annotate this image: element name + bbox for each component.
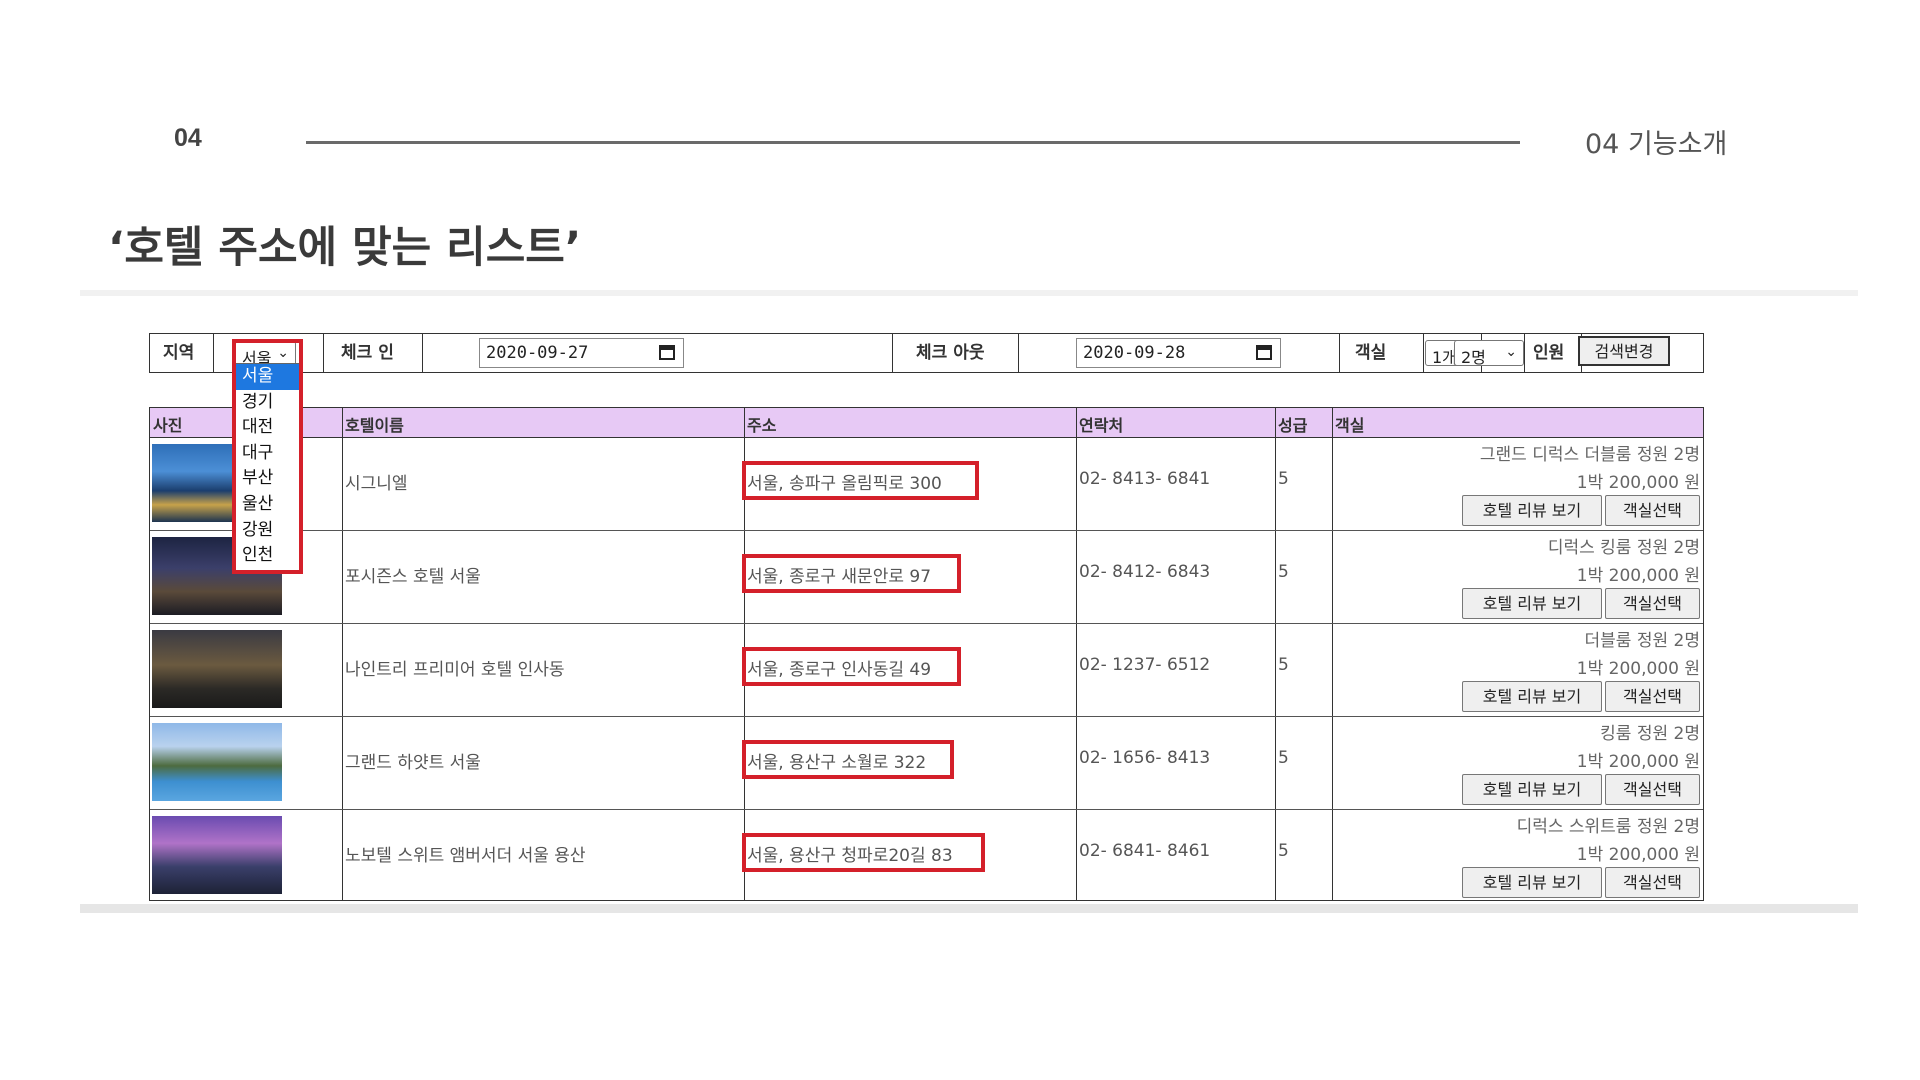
chevron-down-icon: ⌄ (1505, 344, 1517, 360)
room-type: 디럭스 킹룸 정원 2명 (1547, 538, 1700, 558)
room-select-button[interactable]: 객실선택 (1605, 495, 1700, 526)
region-label: 지역 (163, 343, 195, 363)
hotel-grade: 5 (1278, 562, 1289, 582)
hotel-grade: 5 (1278, 748, 1289, 768)
hotel-contact: 02- 6841- 8461 (1079, 841, 1211, 861)
room-select-button[interactable]: 객실선택 (1605, 774, 1700, 805)
region-highlight-box (232, 339, 303, 574)
table-row: 포시즌스 호텔 서울 서울, 종로구 새문안로 97 02- 8412- 684… (150, 530, 1703, 624)
room-select-button[interactable]: 객실선택 (1605, 681, 1700, 712)
people-select[interactable]: 2명 ⌄ (1454, 340, 1524, 367)
room-type: 킹룸 정원 2명 (1600, 724, 1700, 744)
header-contact: 연락처 (1079, 416, 1124, 435)
address-highlight-box (742, 461, 979, 500)
hotel-grade: 5 (1278, 469, 1289, 489)
hotel-review-button[interactable]: 호텔 리뷰 보기 (1462, 588, 1602, 619)
checkout-date-input[interactable]: 2020-09-28 (1076, 338, 1281, 368)
address-highlight-box (742, 554, 961, 593)
room-price: 1박 200,000 원 (1576, 566, 1700, 586)
calendar-icon[interactable] (659, 345, 675, 360)
search-change-button[interactable]: 검색변경 (1578, 336, 1670, 366)
hotel-grade: 5 (1278, 655, 1289, 675)
hotel-results-table: 사진 호텔이름 주소 연락처 성급 객실 시그니엘 서울, 송파구 올림픽로 3… (149, 407, 1704, 901)
hotel-grade: 5 (1278, 841, 1289, 861)
people-label: 인원 (1533, 343, 1565, 363)
room-price: 1박 200,000 원 (1576, 845, 1700, 865)
people-select-value: 2명 (1461, 348, 1486, 367)
hotel-contact: 02- 8413- 6841 (1079, 469, 1211, 489)
header-room: 객실 (1335, 416, 1365, 435)
hotel-review-button[interactable]: 호텔 리뷰 보기 (1462, 681, 1602, 712)
room-price: 1박 200,000 원 (1576, 752, 1700, 772)
hotel-name: 노보텔 스위트 앰버서더 서울 용산 (345, 846, 586, 866)
room-type: 디럭스 스위트룸 정원 2명 (1516, 817, 1700, 837)
checkout-date-value: 2020-09-28 (1083, 343, 1186, 363)
header-name: 호텔이름 (345, 416, 404, 435)
section-title: 04 기능소개 (1585, 129, 1728, 160)
checkout-label: 체크 아웃 (916, 343, 985, 363)
table-row: 노보텔 스위트 앰버서더 서울 용산 서울, 용산구 청파로20길 83 02-… (150, 809, 1703, 902)
hotel-review-button[interactable]: 호텔 리뷰 보기 (1462, 774, 1602, 805)
header-address: 주소 (747, 416, 777, 435)
address-highlight-box (742, 647, 961, 686)
bottom-band (80, 904, 1858, 913)
hotel-contact: 02- 1656- 8413 (1079, 748, 1211, 768)
table-header: 사진 호텔이름 주소 연락처 성급 객실 (150, 407, 1703, 438)
search-bar: 지역 서울 ⌄ 체크 인 2020-09-27 체크 아웃 2020-09-28… (149, 333, 1704, 373)
hotel-photo (152, 723, 282, 801)
table-row: 그랜드 하얏트 서울 서울, 용산구 소월로 322 02- 1656- 841… (150, 716, 1703, 810)
address-highlight-box (742, 833, 985, 872)
hotel-name: 포시즌스 호텔 서울 (345, 567, 481, 587)
checkin-date-input[interactable]: 2020-09-27 (479, 338, 684, 368)
top-band (80, 290, 1858, 296)
slide-number: 04 (174, 124, 202, 152)
hotel-review-button[interactable]: 호텔 리뷰 보기 (1462, 867, 1602, 898)
hotel-contact: 02- 8412- 6843 (1079, 562, 1211, 582)
room-type: 그랜드 디럭스 더블룸 정원 2명 (1479, 445, 1700, 465)
calendar-icon[interactable] (1256, 345, 1272, 360)
hotel-review-button[interactable]: 호텔 리뷰 보기 (1462, 495, 1602, 526)
rooms-label: 객실 (1355, 343, 1387, 363)
header-photo: 사진 (153, 416, 183, 435)
room-type: 더블룸 정원 2명 (1584, 631, 1700, 651)
hotel-name: 시그니엘 (345, 474, 408, 494)
header-divider (306, 141, 1520, 144)
table-row: 시그니엘 서울, 송파구 올림픽로 300 02- 8413- 6841 5 그… (150, 437, 1703, 531)
header-grade: 성급 (1278, 416, 1308, 435)
hotel-contact: 02- 1237- 6512 (1079, 655, 1211, 675)
hotel-name: 그랜드 하얏트 서울 (345, 753, 481, 773)
checkin-label: 체크 인 (341, 343, 394, 363)
hotel-photo (152, 816, 282, 894)
room-select-button[interactable]: 객실선택 (1605, 867, 1700, 898)
hotel-name: 나인트리 프리미어 호텔 인사동 (345, 660, 565, 680)
room-price: 1박 200,000 원 (1576, 659, 1700, 679)
checkin-date-value: 2020-09-27 (486, 343, 589, 363)
room-select-button[interactable]: 객실선택 (1605, 588, 1700, 619)
room-price: 1박 200,000 원 (1576, 473, 1700, 493)
table-row: 나인트리 프리미어 호텔 인사동 서울, 종로구 인사동길 49 02- 123… (150, 623, 1703, 717)
hotel-photo (152, 630, 282, 708)
address-highlight-box (742, 740, 954, 779)
slide-title: ‘호텔 주소에 맞는 리스트’ (108, 223, 582, 273)
